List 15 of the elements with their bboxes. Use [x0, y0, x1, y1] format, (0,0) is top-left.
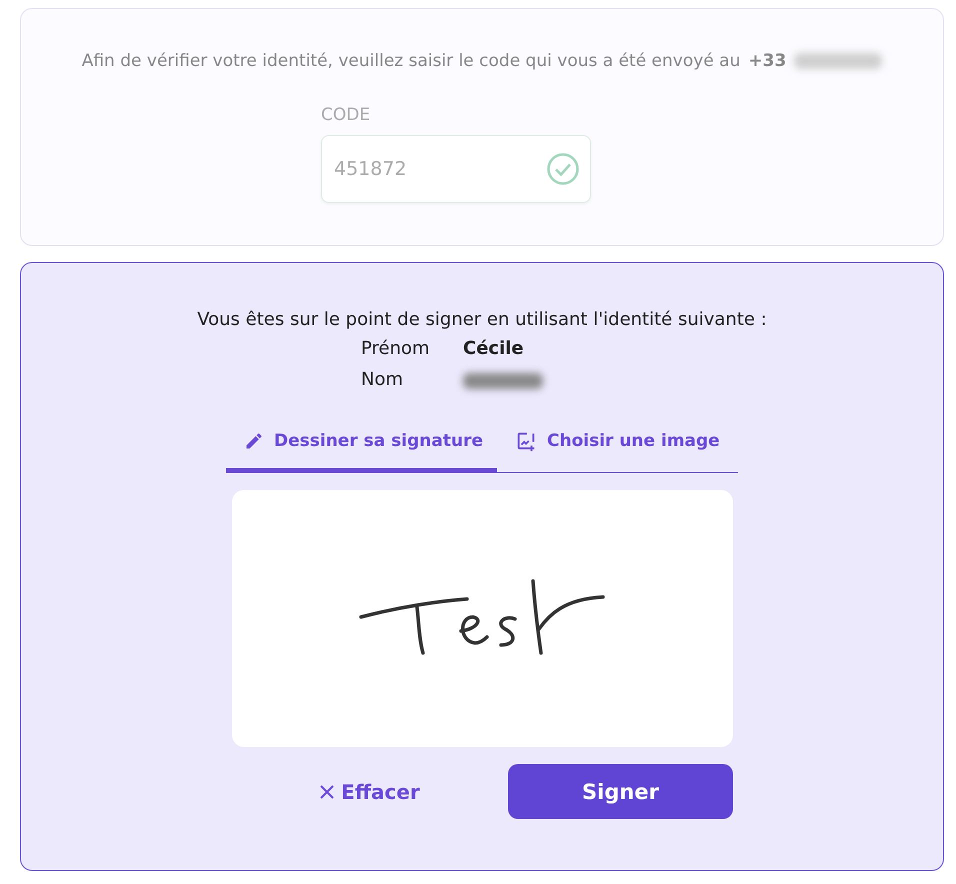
close-icon — [319, 784, 336, 800]
identity-value: Cécile — [463, 338, 525, 359]
sign-button[interactable]: Signer — [508, 764, 733, 819]
image-add-icon — [515, 430, 537, 452]
pencil-icon — [244, 431, 264, 451]
identity-label: Prénom — [361, 338, 431, 359]
signature-tab[interactable]: Choisir une image — [497, 430, 738, 473]
identity-intro: Vous êtes sur le point de signer en utilisant l'identité suivante : — [197, 309, 767, 330]
signature-tab[interactable]: Dessiner sa signature — [226, 430, 497, 473]
identity-label: Nom — [361, 369, 404, 390]
signature-pad[interactable] — [232, 490, 732, 747]
verification-message: Afin de vérifier votre identité, veuillez saisir le code qui vous a été envoyé au — [82, 51, 740, 71]
phone-prefix: +33 — [748, 51, 786, 71]
clear-button[interactable]: Effacer — [231, 780, 508, 804]
code-label: CODE — [321, 105, 372, 125]
